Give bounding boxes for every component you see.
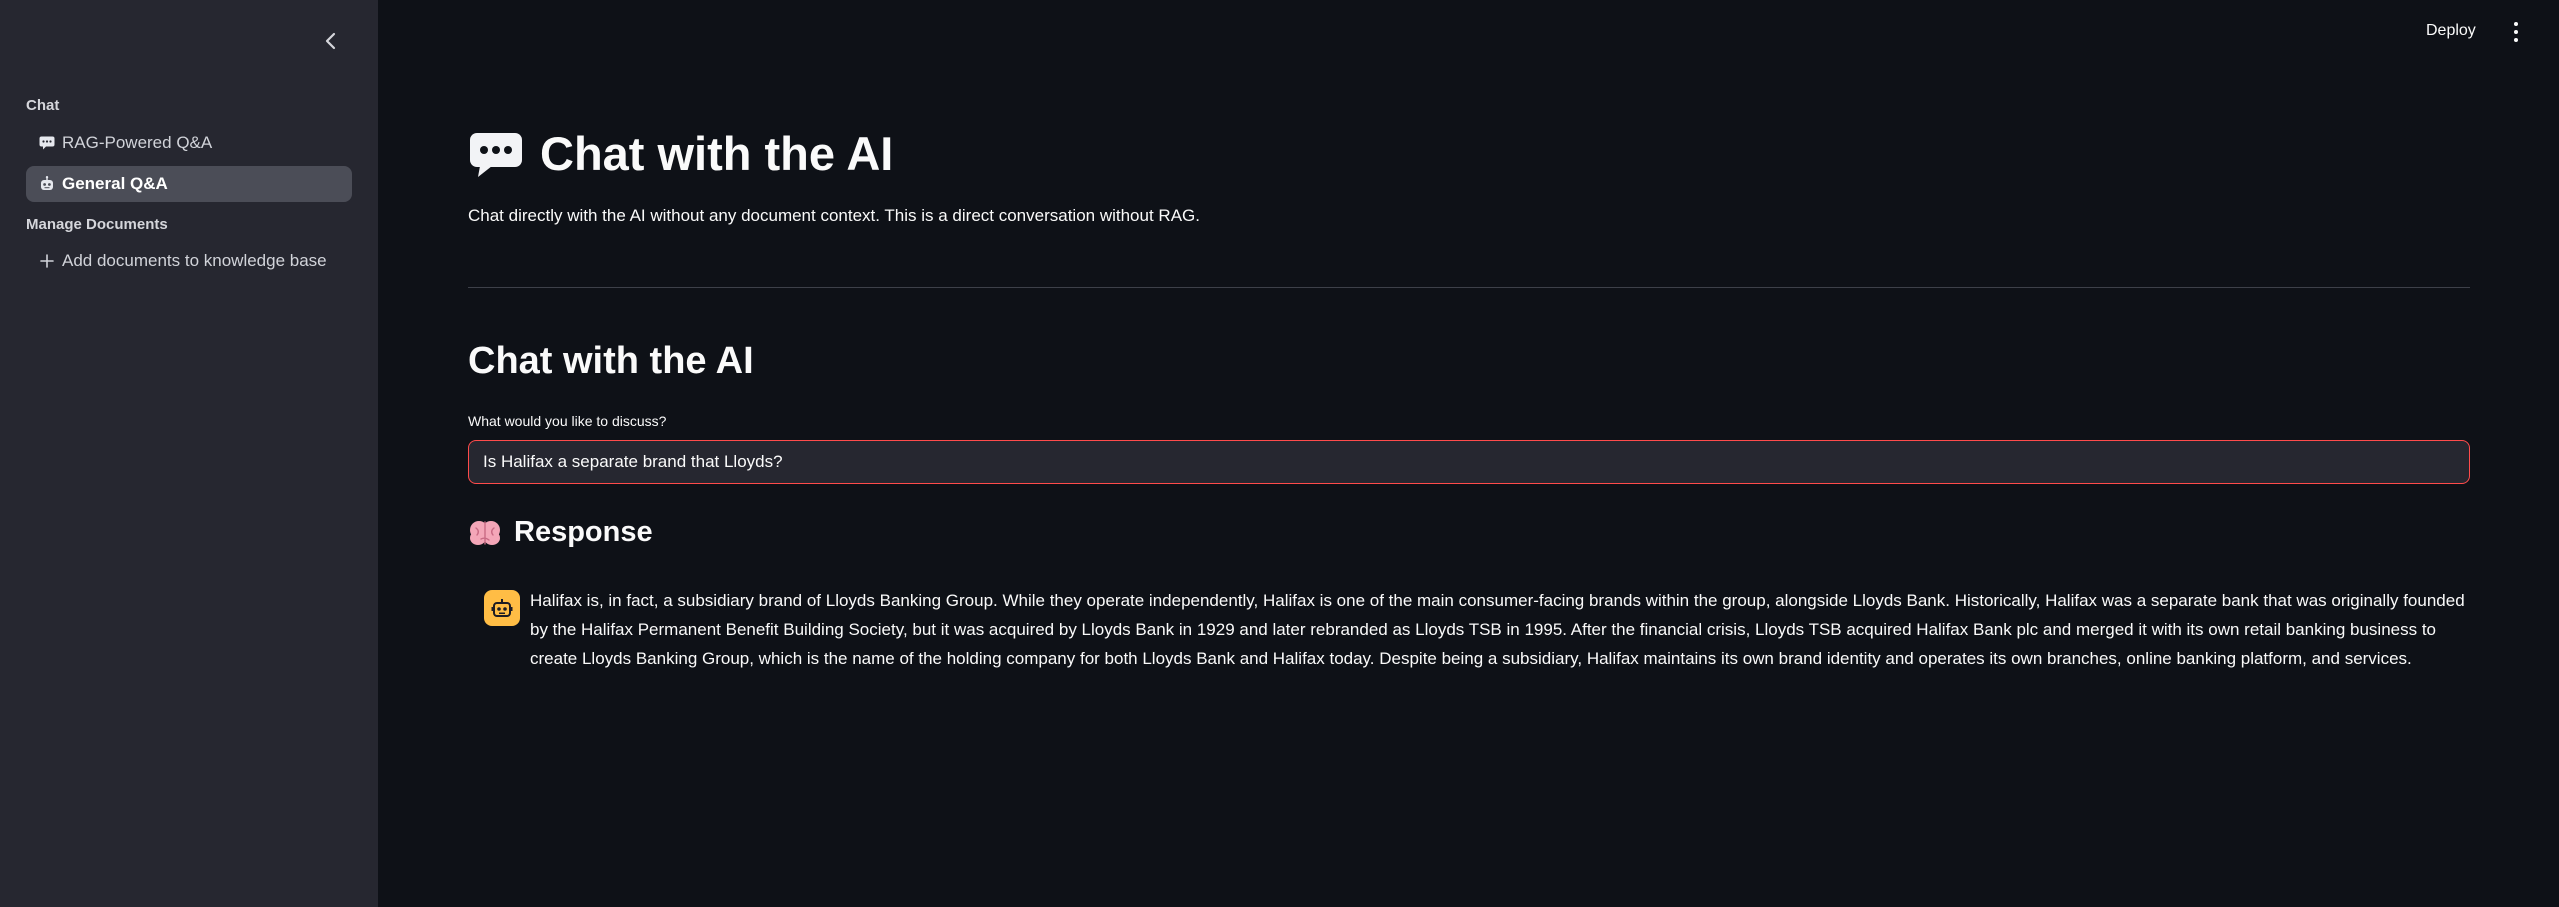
discussion-input[interactable] — [468, 440, 2470, 484]
collapse-sidebar-button[interactable] — [318, 28, 344, 54]
chevron-left-icon — [325, 32, 336, 50]
section-title: Chat with the AI — [468, 340, 754, 382]
input-label: What would you like to discuss? — [468, 413, 667, 429]
response-header-text: Response — [514, 516, 653, 548]
bot-icon — [484, 590, 520, 626]
app-window: Chat RAG-Powered Q&A General Q&A Manage … — [0, 0, 2559, 907]
sidebar-item-add-documents[interactable]: Add documents to knowledge base — [26, 243, 352, 279]
page-title: Chat with the AI — [468, 126, 893, 181]
chat-message: Halifax is, in fact, a subsidiary brand … — [484, 586, 2470, 673]
speech-balloon-icon — [38, 134, 56, 152]
page-subtitle: Chat directly with the AI without any do… — [468, 206, 1200, 225]
sidebar-item-label: RAG-Powered Q&A — [62, 133, 213, 152]
divider — [468, 287, 2470, 288]
sidebar-item-label: General Q&A — [62, 174, 168, 193]
plus-icon — [38, 252, 56, 270]
sidebar: Chat RAG-Powered Q&A General Q&A Manage … — [0, 0, 378, 907]
sidebar-item-label: Add documents to knowledge base — [62, 251, 327, 270]
nav-section-chat: Chat — [26, 97, 60, 114]
brain-icon — [470, 520, 500, 545]
message-text: Halifax is, in fact, a subsidiary brand … — [530, 591, 2465, 668]
page-title-text: Chat with the AI — [540, 127, 894, 180]
main-content: Chat with the AI Chat directly with the … — [468, 0, 2470, 907]
kebab-menu-icon[interactable] — [2508, 22, 2524, 42]
response-header: Response — [468, 516, 653, 549]
nav-section-manage-documents: Manage Documents — [26, 216, 168, 233]
sidebar-item-rag-qa[interactable]: RAG-Powered Q&A — [26, 125, 352, 161]
sidebar-item-general-qa[interactable]: General Q&A — [26, 166, 352, 202]
robot-icon — [38, 175, 56, 193]
speech-balloon-icon — [470, 132, 522, 177]
